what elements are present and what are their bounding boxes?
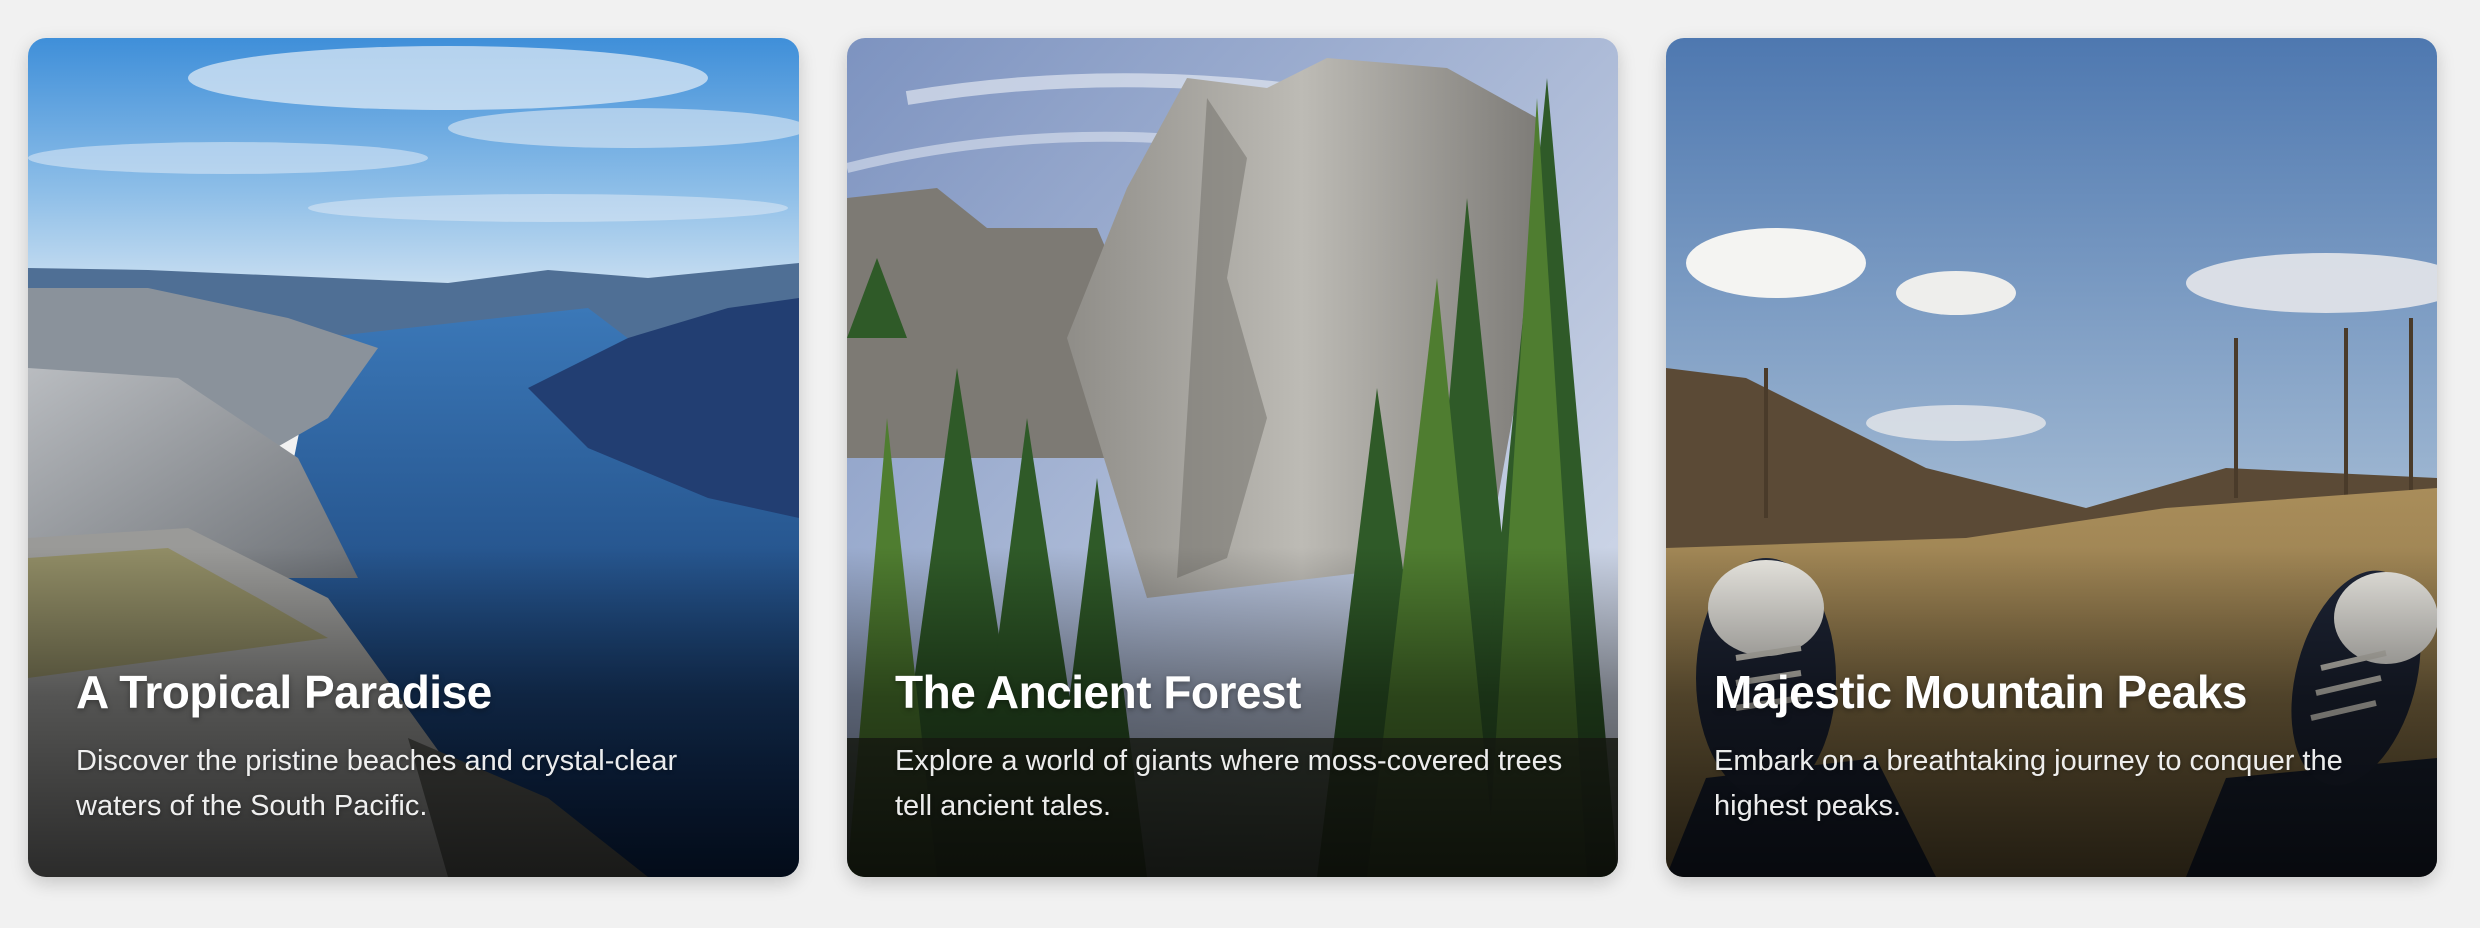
card-description: Explore a world of giants where moss-cov… bbox=[895, 745, 1563, 823]
card-grid: A Tropical Paradise Discover the pristin… bbox=[28, 38, 2437, 877]
card-caption: Majestic Mountain Peaks Embark on a brea… bbox=[1714, 665, 2389, 829]
card-description: Discover the pristine beaches and crysta… bbox=[76, 745, 678, 823]
card-majestic-mountain-peaks[interactable]: Majestic Mountain Peaks Embark on a brea… bbox=[1666, 38, 2437, 877]
card-ancient-forest[interactable]: The Ancient Forest Explore a world of gi… bbox=[847, 38, 1618, 877]
card-description: Embark on a breathtaking journey to conq… bbox=[1714, 745, 2343, 823]
card-title: Majestic Mountain Peaks bbox=[1714, 665, 2248, 718]
card-caption: A Tropical Paradise Discover the pristin… bbox=[76, 665, 751, 829]
card-caption: The Ancient Forest Explore a world of gi… bbox=[895, 665, 1570, 829]
card-title: The Ancient Forest bbox=[895, 665, 1301, 718]
card-title: A Tropical Paradise bbox=[76, 665, 492, 718]
card-tropical-paradise[interactable]: A Tropical Paradise Discover the pristin… bbox=[28, 38, 799, 877]
